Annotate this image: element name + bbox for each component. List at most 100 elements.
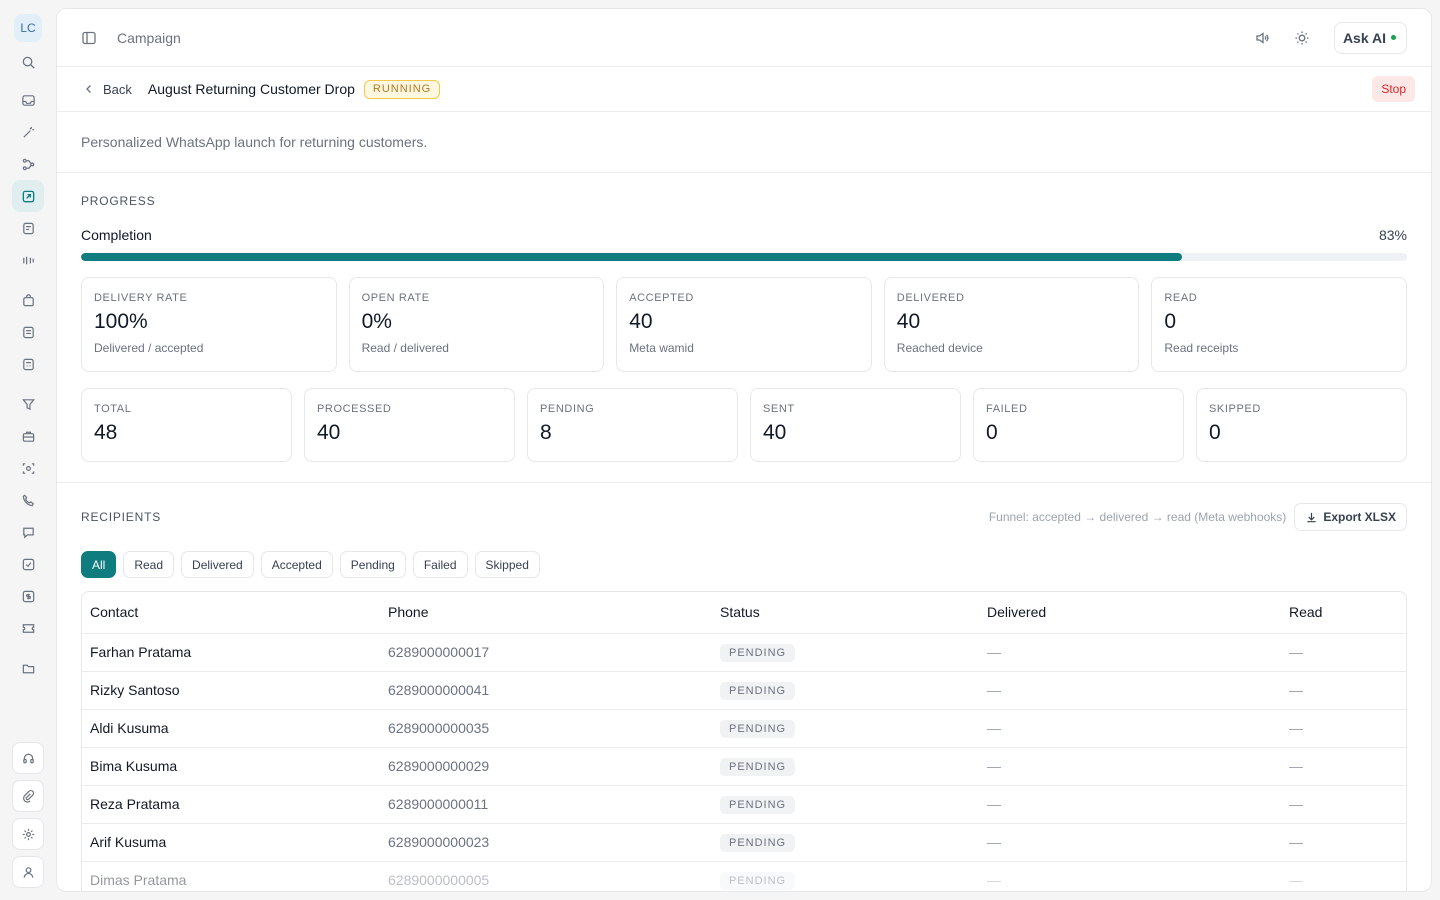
completion-percent: 83% <box>1378 227 1407 243</box>
contact-name: Rizky Santoso <box>82 671 380 710</box>
ask-ai-label: Ask AI <box>1342 29 1386 46</box>
status-pill: PENDING <box>720 643 796 662</box>
stop-button[interactable]: Stop <box>1372 76 1415 102</box>
phone-number: 6289000000011 <box>380 785 712 824</box>
count-value: 40 <box>763 421 787 444</box>
filter-skipped[interactable]: Skipped <box>474 551 540 578</box>
column-header-phone[interactable]: Phone <box>380 592 712 634</box>
recipients-section-label: RECIPIENTS <box>81 510 162 524</box>
contact-name: Farhan Pratama <box>82 633 380 672</box>
scan-icon[interactable] <box>12 452 44 484</box>
phone-number: 6289000000029 <box>380 747 712 786</box>
count-value: 0 <box>1209 421 1221 444</box>
count-label: PROCESSED <box>317 403 392 415</box>
search-icon[interactable] <box>12 46 44 78</box>
status-pill: PENDING <box>720 871 796 890</box>
sidebar-rail: LC <box>0 0 56 900</box>
table-row[interactable]: Arif Kusuma 6289000000023 PENDING — — <box>82 823 1406 862</box>
phone-icon[interactable] <box>12 484 44 516</box>
filter-read[interactable]: Read <box>123 551 175 578</box>
progress-section: PROGRESS Completion 83% DELIVERY RATE 10… <box>57 173 1431 483</box>
main-panel: Campaign Ask AI Back August Returning Cu… <box>56 8 1432 892</box>
read-time: — <box>1281 861 1406 891</box>
sidebar-toggle-icon[interactable] <box>81 30 97 46</box>
completion-progress-fill <box>81 253 1182 261</box>
filter-accepted[interactable]: Accepted <box>260 551 333 578</box>
filter-failed[interactable]: Failed <box>412 551 468 578</box>
filter-delivered[interactable]: Delivered <box>181 551 254 578</box>
table-row[interactable]: Aldi Kusuma 6289000000035 PENDING — — <box>82 709 1406 748</box>
export-label: Export XLSX <box>1323 510 1396 524</box>
count-card-pending: PENDING 8 <box>527 388 738 462</box>
metric-card-accepted: ACCEPTED 40 Meta wamid <box>616 277 872 372</box>
analytics-icon[interactable] <box>12 244 44 276</box>
metric-subtext: Read / delivered <box>361 341 449 355</box>
briefcase-icon[interactable] <box>12 420 44 452</box>
billing-icon[interactable] <box>12 580 44 612</box>
read-time: — <box>1281 709 1406 748</box>
recipients-table-container: Contact Phone Status Delivered Read Farh… <box>81 591 1407 891</box>
status-pill: PENDING <box>720 719 796 738</box>
speaker-icon[interactable] <box>1246 22 1278 54</box>
delivered-time: — <box>979 709 1281 748</box>
online-status-dot <box>1391 35 1396 40</box>
metric-value: 40 <box>629 310 653 333</box>
status-pill: PENDING <box>720 757 796 776</box>
ticket-icon[interactable] <box>12 612 44 644</box>
count-label: FAILED <box>986 403 1028 415</box>
read-time: — <box>1281 747 1406 786</box>
breadcrumb[interactable]: Campaign <box>117 30 181 46</box>
settings-gear-icon[interactable] <box>12 818 44 850</box>
completion-row: Completion 83% <box>81 227 1407 243</box>
shopping-bag-icon[interactable] <box>12 284 44 316</box>
workflow-icon[interactable] <box>12 148 44 180</box>
phone-number: 6289000000017 <box>380 633 712 672</box>
table-row[interactable]: Rizky Santoso 6289000000041 PENDING — — <box>82 671 1406 710</box>
user-avatar[interactable]: LC <box>14 14 42 42</box>
filter-pending[interactable]: Pending <box>339 551 406 578</box>
checkbox-icon[interactable] <box>12 548 44 580</box>
table-row[interactable]: Dimas Pratama 6289000000005 PENDING — — <box>82 861 1406 891</box>
metric-subtext: Reached device <box>896 341 983 355</box>
read-time: — <box>1281 823 1406 862</box>
delivered-time: — <box>979 633 1281 672</box>
theme-sun-icon[interactable] <box>1286 22 1318 54</box>
contact-name: Bima Kusuma <box>82 747 380 786</box>
chat-icon[interactable] <box>12 516 44 548</box>
download-icon <box>1307 512 1316 522</box>
headset-icon[interactable] <box>12 742 44 774</box>
back-button[interactable]: Back <box>83 82 132 97</box>
count-card-sent: SENT 40 <box>750 388 961 462</box>
magic-wand-icon[interactable] <box>12 116 44 148</box>
export-xlsx-button[interactable]: Export XLSX <box>1294 503 1407 531</box>
completion-progress-bar <box>81 253 1407 261</box>
calculator-icon[interactable] <box>12 348 44 380</box>
campaign-description: Personalized WhatsApp launch for returni… <box>57 112 1431 173</box>
campaign-icon[interactable] <box>12 180 44 212</box>
filter-all[interactable]: All <box>81 551 117 578</box>
count-card-skipped: SKIPPED 0 <box>1196 388 1407 462</box>
table-row[interactable]: Farhan Pratama 6289000000017 PENDING — — <box>82 633 1406 672</box>
ask-ai-button[interactable]: Ask AI <box>1333 21 1407 54</box>
attachment-icon[interactable] <box>12 780 44 812</box>
column-header-delivered[interactable]: Delivered <box>979 592 1281 634</box>
document-icon[interactable] <box>12 316 44 348</box>
metric-value: 0% <box>361 310 392 333</box>
recipients-section: RECIPIENTS Funnel: accepted → delivered … <box>57 483 1431 891</box>
folder-icon[interactable] <box>12 652 44 684</box>
column-header-status[interactable]: Status <box>712 592 979 634</box>
column-header-contact[interactable]: Contact <box>82 592 380 634</box>
profile-icon[interactable] <box>12 856 44 888</box>
status-badge: RUNNING <box>363 79 441 99</box>
count-value: 40 <box>317 421 341 444</box>
funnel-note: Funnel: accepted → delivered → read (Met… <box>988 510 1287 524</box>
metric-card-delivery-rate: DELIVERY RATE 100% Delivered / accepted <box>81 277 337 372</box>
notes-icon[interactable] <box>12 212 44 244</box>
completion-label: Completion <box>81 227 152 243</box>
filter-icon[interactable] <box>12 388 44 420</box>
table-row[interactable]: Reza Pratama 6289000000011 PENDING — — <box>82 785 1406 824</box>
column-header-read[interactable]: Read <box>1281 592 1406 634</box>
table-row[interactable]: Bima Kusuma 6289000000029 PENDING — — <box>82 747 1406 786</box>
inbox-icon[interactable] <box>12 84 44 116</box>
read-time: — <box>1281 671 1406 710</box>
